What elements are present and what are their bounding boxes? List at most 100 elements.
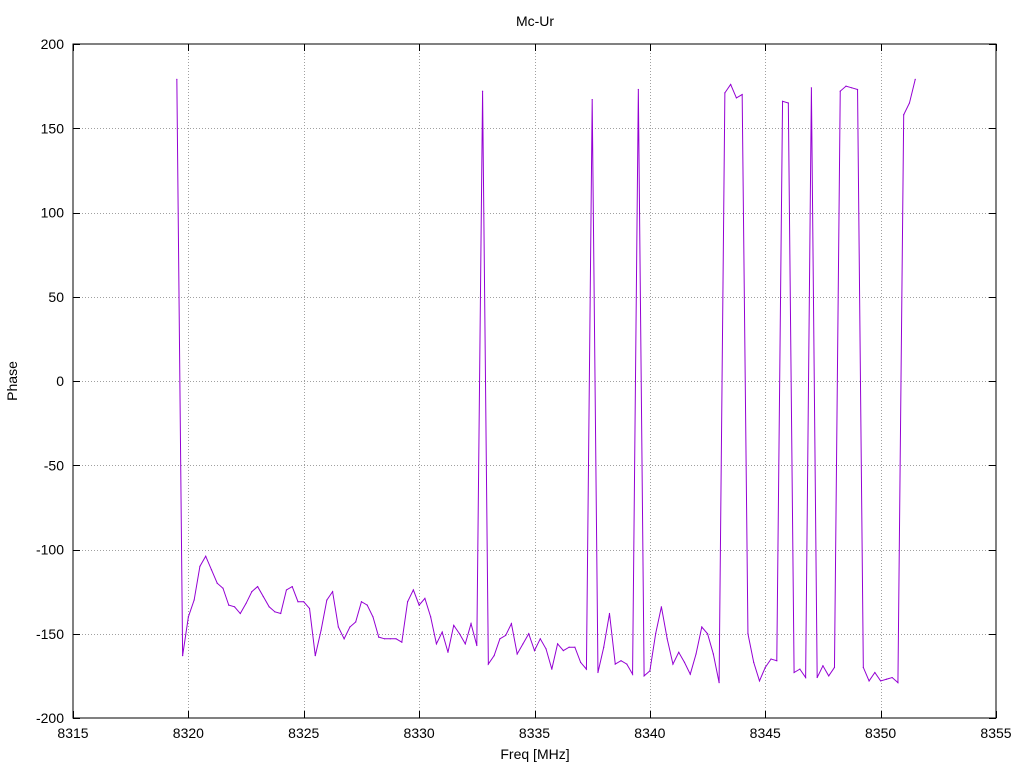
y-tick-label: -50 <box>44 457 64 473</box>
data-point <box>735 97 738 99</box>
data-point <box>424 597 426 599</box>
data-point <box>447 651 449 653</box>
data-point <box>389 638 391 640</box>
data-point <box>372 616 374 618</box>
data-point <box>383 638 386 640</box>
data-point <box>626 663 628 665</box>
data-point <box>499 638 501 640</box>
data-point <box>233 606 236 608</box>
data-point <box>395 638 397 640</box>
data-point <box>903 114 905 116</box>
data-point <box>908 102 911 104</box>
data-point <box>516 653 518 655</box>
data-point <box>326 599 328 601</box>
phase-series-points <box>176 78 916 684</box>
data-point <box>706 633 709 635</box>
y-tick-label: 0 <box>56 373 64 389</box>
data-point <box>574 646 576 648</box>
y-tick-label: 50 <box>48 289 64 305</box>
data-point <box>360 601 363 603</box>
data-point <box>199 565 201 567</box>
data-point <box>828 675 830 677</box>
data-point <box>914 78 916 80</box>
data-point <box>349 626 351 628</box>
data-point <box>885 678 887 680</box>
data-point <box>228 604 230 606</box>
data-point <box>701 626 703 628</box>
x-tick-label: 8315 <box>57 725 88 741</box>
data-point <box>464 643 466 645</box>
data-point <box>758 680 761 682</box>
data-point <box>880 680 882 682</box>
data-point <box>418 604 420 606</box>
data-point <box>476 644 478 647</box>
data-point <box>591 99 593 101</box>
y-axis-label: Phase <box>4 361 20 401</box>
data-point <box>695 653 697 655</box>
data-point <box>816 676 818 679</box>
x-tick-label: 8320 <box>173 725 204 741</box>
x-tick-label: 8345 <box>750 725 781 741</box>
data-point <box>303 601 305 603</box>
data-point <box>556 643 559 645</box>
x-tick-label: 8355 <box>980 725 1011 741</box>
x-tick-label: 8325 <box>288 725 319 741</box>
data-point <box>718 682 720 684</box>
data-point <box>833 666 836 669</box>
data-point <box>672 663 674 665</box>
data-point <box>822 665 824 667</box>
data-point <box>493 655 495 657</box>
y-tick-label: -150 <box>36 626 64 642</box>
data-point <box>435 643 438 645</box>
data-point <box>297 601 299 603</box>
chart-title: Mc-Ur <box>516 13 554 29</box>
data-point <box>539 638 541 640</box>
data-point <box>764 666 766 669</box>
data-point <box>268 606 270 608</box>
data-point <box>291 585 293 588</box>
data-point <box>257 585 259 588</box>
x-axis-label: Freq [MHz] <box>500 746 569 762</box>
phase-series-line <box>176 79 916 684</box>
y-tick-label: 200 <box>41 36 65 52</box>
data-point <box>741 93 743 96</box>
data-point <box>210 569 213 571</box>
data-point <box>603 646 605 648</box>
data-point <box>378 636 380 638</box>
data-point <box>862 666 864 669</box>
data-point <box>222 587 224 589</box>
data-point <box>724 92 726 94</box>
data-point <box>458 633 461 635</box>
x-tick-label: 8330 <box>404 725 435 741</box>
data-point <box>314 655 316 657</box>
data-point <box>712 653 714 655</box>
data-point <box>683 661 686 663</box>
data-point <box>649 670 651 672</box>
data-point <box>839 90 841 92</box>
data-point <box>430 616 432 618</box>
data-point <box>245 602 247 605</box>
data-point <box>320 629 322 631</box>
data-point <box>205 555 207 557</box>
data-point <box>614 663 616 665</box>
data-point <box>637 88 639 91</box>
data-point <box>187 616 189 618</box>
x-tick-label: 8340 <box>634 725 665 741</box>
data-point <box>660 606 663 608</box>
data-point <box>776 660 778 662</box>
data-point <box>251 591 253 593</box>
data-point <box>176 78 178 80</box>
data-point <box>753 661 755 663</box>
data-point <box>522 643 524 645</box>
data-point <box>562 650 564 652</box>
data-point <box>689 673 691 675</box>
data-point <box>308 607 311 610</box>
data-point <box>805 676 807 679</box>
data-point <box>666 638 668 640</box>
data-point <box>401 641 403 643</box>
x-tick-label: 8335 <box>519 725 550 741</box>
data-point <box>545 648 547 650</box>
data-point <box>343 638 345 640</box>
x-tick-label: 8350 <box>865 725 896 741</box>
data-point <box>810 87 813 89</box>
